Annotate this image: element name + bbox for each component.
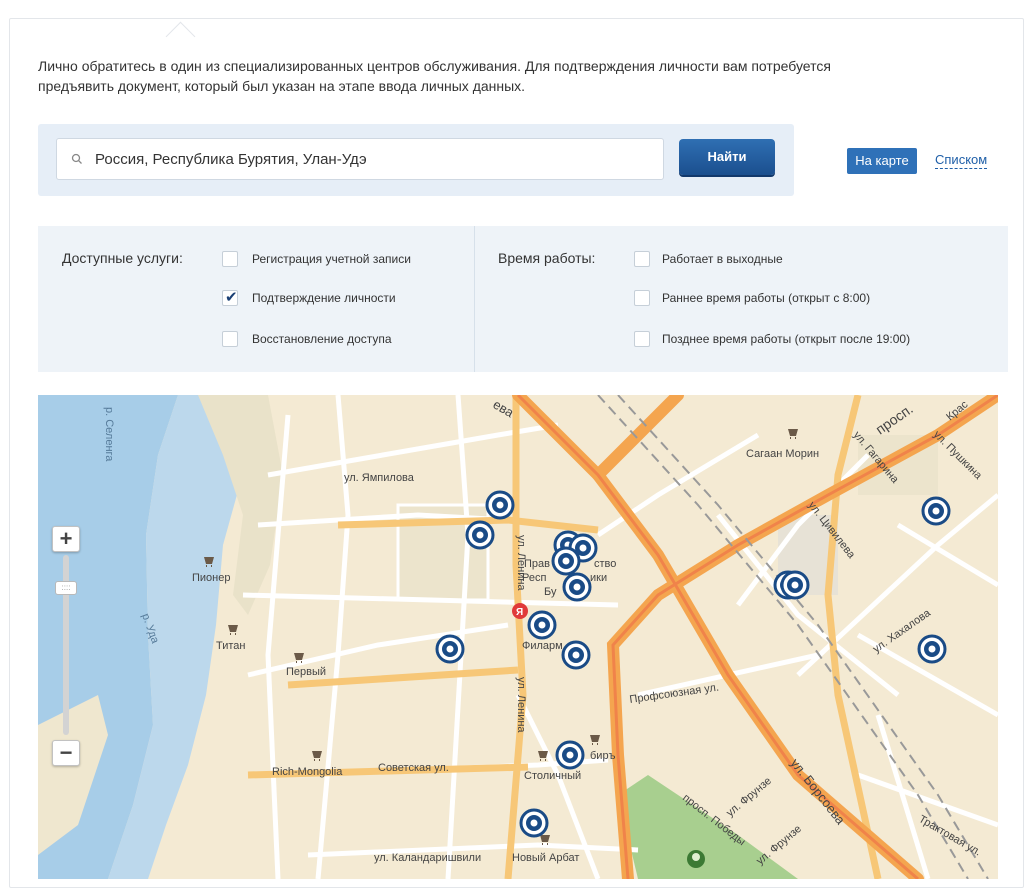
service-center-marker[interactable] — [551, 546, 581, 576]
service-center-marker[interactable] — [917, 634, 947, 664]
service-center-marker[interactable] — [780, 570, 810, 600]
label-titan: Титан — [216, 640, 246, 652]
hours-label-weekends: Работает в выходные — [662, 252, 783, 266]
filters-panel: Доступные услуги: Регистрация учетной за… — [38, 226, 1008, 372]
view-map-toggle[interactable]: На карте — [847, 148, 917, 174]
panel-notch — [165, 21, 196, 52]
filters-divider — [474, 226, 475, 372]
zoom-out-button[interactable]: − — [52, 740, 80, 766]
hours-checkbox-late[interactable] — [634, 331, 650, 347]
service-center-marker[interactable] — [527, 610, 557, 640]
intro-line-1: Лично обратитесь в один из специализиров… — [38, 58, 831, 74]
search-input[interactable]: Россия, Республика Бурятия, Улан-Удэ — [56, 138, 664, 180]
label-stolichny: Столичный — [524, 770, 581, 782]
service-center-marker[interactable] — [519, 808, 549, 838]
service-checkbox-registration[interactable] — [222, 251, 238, 267]
service-center-marker[interactable] — [435, 634, 465, 664]
service-label-registration: Регистрация учетной записи — [252, 252, 411, 266]
tree-icon — [687, 850, 705, 868]
service-center-marker[interactable] — [555, 740, 585, 770]
label-govt-3: Бу — [544, 586, 557, 598]
label-sagaan-morin: Сагаан Морин — [746, 448, 819, 460]
zoom-slider-handle[interactable]: :::: — [55, 581, 77, 595]
label-sovetskaya: Советская ул. — [378, 762, 449, 774]
label-govt-2: Респ — [522, 572, 546, 584]
hours-checkbox-early[interactable] — [634, 290, 650, 306]
search-value: Россия, Республика Бурятия, Улан-Удэ — [95, 151, 367, 168]
service-center-marker[interactable] — [485, 490, 515, 520]
service-checkbox-recovery[interactable] — [222, 331, 238, 347]
check-icon: ✔ — [225, 289, 238, 306]
hours-checkbox-weekends[interactable] — [634, 251, 650, 267]
label-kalandarishvili: ул. Каландаришвили — [374, 852, 481, 864]
service-checkbox-identity[interactable]: ✔ — [222, 289, 238, 306]
label-novy-arbat: Новый Арбат — [512, 852, 579, 864]
hours-label-late: Позднее время работы (открыт после 19:00… — [662, 332, 911, 346]
hours-label: Время работы: — [498, 250, 596, 266]
hours-label-early: Раннее время работы (открыт с 8:00) — [662, 291, 871, 305]
label-selenga: р. Селенга — [103, 407, 115, 462]
svg-text:Я: Я — [516, 607, 523, 618]
service-center-marker[interactable] — [561, 640, 591, 670]
service-center-marker[interactable] — [465, 520, 495, 550]
label-rich-mongolia: Rich-Mongolia — [272, 766, 343, 778]
service-center-marker[interactable] — [562, 572, 592, 602]
label-birj: биръ — [590, 750, 616, 762]
label-filarm: Филарм — [522, 640, 563, 652]
intro-line-2: предъявить документ, который был указан … — [38, 78, 526, 94]
search-icon — [71, 153, 82, 164]
view-list-toggle[interactable]: Списком — [935, 152, 988, 169]
intro-text: Лично обратитесь в один из специализиров… — [38, 56, 1013, 96]
services-label: Доступные услуги: — [62, 250, 183, 266]
zoom-in-button[interactable]: + — [52, 526, 80, 552]
yandex-pin-icon: Я — [512, 603, 528, 619]
label-govt-1: Прав — [524, 558, 550, 570]
map-canvas[interactable]: ул. Ямпилова ул. Ленина ул. Ленина Совет… — [38, 395, 998, 879]
label-govt-2b: ики — [590, 572, 607, 584]
label-perviy: Первый — [286, 666, 326, 678]
label-lenina-2: ул. Ленина — [515, 677, 527, 733]
label-pioner: Пионер — [192, 572, 230, 584]
label-yampilova: ул. Ямпилова — [344, 472, 415, 484]
label-govt-1b: ство — [594, 558, 616, 570]
map[interactable]: ул. Ямпилова ул. Ленина ул. Ленина Совет… — [38, 395, 998, 879]
service-center-marker[interactable] — [921, 496, 951, 526]
search-bar: Россия, Республика Бурятия, Улан-Удэ Най… — [38, 124, 794, 196]
service-label-recovery: Восстановление доступа — [252, 332, 392, 346]
service-label-identity: Подтверждение личности — [252, 291, 396, 305]
find-button[interactable]: Найти — [679, 139, 775, 175]
